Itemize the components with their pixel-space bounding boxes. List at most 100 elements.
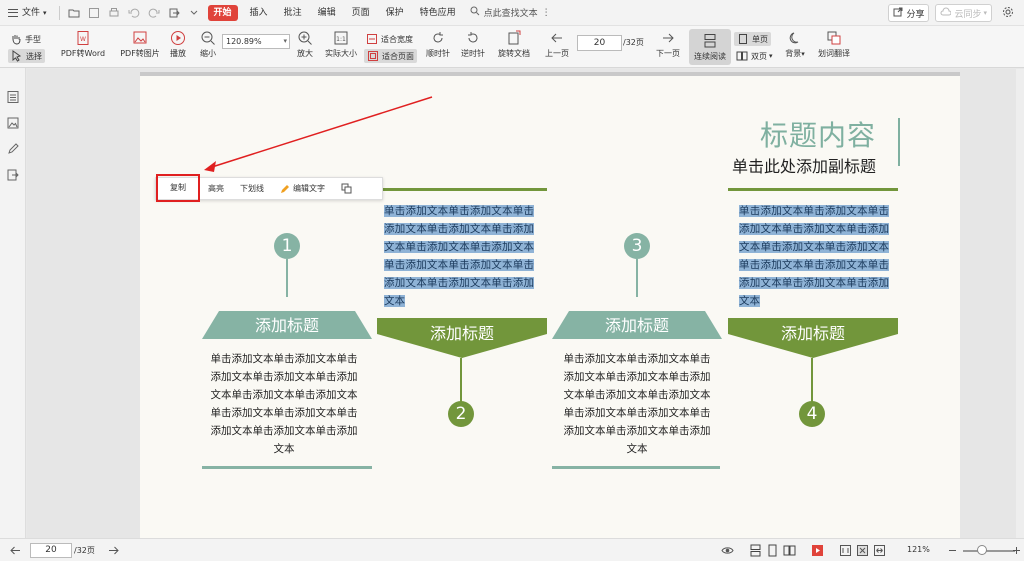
edit-text-button[interactable]: 编辑文字 <box>272 177 333 200</box>
play-button[interactable]: 播放 <box>166 30 190 59</box>
slide-title[interactable]: 标题内容 <box>760 114 876 154</box>
underline-button[interactable]: 下划线 <box>232 177 272 200</box>
moon-icon <box>787 30 803 46</box>
bookmark-list-icon[interactable] <box>6 90 20 104</box>
play-icon[interactable] <box>810 543 824 557</box>
card-1-text[interactable]: 单击添加文本单击添加文本单击添加文本单击添加文本单击添加文本单击添加文本单击添加… <box>208 350 360 458</box>
slide-subtitle[interactable]: 单击此处添加副标题 <box>732 153 876 177</box>
more-vertical-icon[interactable]: ⋮ <box>542 8 551 18</box>
tab-special[interactable]: 特色应用 <box>412 0 464 26</box>
print-icon[interactable] <box>106 5 122 21</box>
double-page-button[interactable]: 双页 ▾ <box>736 49 773 63</box>
highlight-button[interactable]: 高亮 <box>200 177 232 200</box>
pdf-to-image-button[interactable]: PDF转图片 <box>114 30 166 59</box>
translate-icon <box>341 183 352 194</box>
card-1-heading[interactable]: 添加标题 <box>202 311 372 339</box>
annotation-icon[interactable] <box>6 142 20 156</box>
more-chevron-icon[interactable] <box>186 5 202 21</box>
rotate-doc-icon <box>506 30 522 46</box>
rotate-doc-button[interactable]: 旋转文档 <box>494 30 534 59</box>
hand-tool-label: 手型 <box>25 34 41 44</box>
card-2-text[interactable]: 单击添加文本单击添加文本单击添加文本单击添加文本单击添加文本单击添加文本单击添加… <box>384 205 534 307</box>
zoom-in-icon[interactable] <box>1009 543 1023 557</box>
hand-tool[interactable]: 手型 <box>10 32 41 46</box>
arrow-left-icon[interactable] <box>8 543 22 557</box>
zoom-slider-track[interactable] <box>963 550 1015 552</box>
card-2-text-selected[interactable]: 单击添加文本单击添加文本单击添加文本单击添加文本单击添加文本单击添加文本单击添加… <box>384 202 534 310</box>
card-2-connector <box>460 358 462 402</box>
card-3-text[interactable]: 单击添加文本单击添加文本单击添加文本单击添加文本单击添加文本单击添加文本单击添加… <box>561 350 713 458</box>
zoom-value: 120.89% <box>226 37 262 46</box>
search-box[interactable]: 点此查找文本 ⋮ <box>470 6 551 19</box>
share-button[interactable]: 分享 <box>888 4 930 22</box>
fit-page-icon[interactable] <box>855 543 869 557</box>
undo-icon[interactable] <box>126 5 142 21</box>
continuous-read-icon <box>702 33 718 49</box>
single-page-icon <box>737 33 749 45</box>
actual-size-button[interactable]: 1:1 实际大小 <box>321 30 361 59</box>
prev-page-button[interactable]: 上一页 <box>542 30 572 59</box>
single-page-button[interactable]: 单页 <box>734 32 771 46</box>
card-4-top-bar <box>728 188 898 191</box>
fit-page-button[interactable]: 适合页面 <box>364 49 417 63</box>
actual-size-icon[interactable] <box>838 543 852 557</box>
next-page-label: 下一页 <box>656 49 680 58</box>
card-4-text-selected[interactable]: 单击添加文本单击添加文本单击添加文本单击添加文本单击添加文本单击添加文本单击添加… <box>739 202 889 310</box>
open-folder-icon[interactable] <box>66 5 82 21</box>
select-tool[interactable]: 选择 <box>8 49 45 63</box>
card-3-heading[interactable]: 添加标题 <box>552 311 722 339</box>
zoom-slider-handle[interactable] <box>977 545 987 555</box>
tab-protect[interactable]: 保护 <box>378 0 412 26</box>
attachment-icon[interactable] <box>6 168 20 182</box>
zoom-out-icon[interactable] <box>945 543 959 557</box>
card-2-top-bar <box>377 188 547 191</box>
arrow-right-icon <box>660 30 676 46</box>
rotate-cw-icon <box>430 30 446 46</box>
file-menu[interactable]: 文件 ▾ <box>0 0 55 26</box>
chevron-down-icon[interactable]: ▾ <box>283 35 287 48</box>
single-view-icon[interactable] <box>765 543 779 557</box>
page-number-input[interactable]: 20 <box>577 35 622 51</box>
tab-annotate[interactable]: 批注 <box>276 0 310 26</box>
fit-width-icon[interactable] <box>872 543 886 557</box>
vertical-scrollbar[interactable] <box>1016 69 1024 538</box>
thumbnail-icon[interactable] <box>6 116 20 130</box>
rotate-cw-button[interactable]: 顺时针 <box>424 30 452 59</box>
fit-page-icon <box>367 50 379 62</box>
continuous-read-label: 连续阅读 <box>694 51 726 61</box>
next-page-button[interactable]: 下一页 <box>653 30 683 59</box>
settings-button[interactable] <box>998 4 1018 22</box>
tab-page[interactable]: 页面 <box>344 0 378 26</box>
select-tool-label: 选择 <box>26 51 42 61</box>
rotate-ccw-button[interactable]: 逆时针 <box>459 30 487 59</box>
export-icon[interactable] <box>166 5 182 21</box>
play-label: 播放 <box>170 49 186 58</box>
save-icon[interactable] <box>86 5 102 21</box>
continuous-view-icon[interactable] <box>748 543 762 557</box>
pdf-to-image-label: PDF转图片 <box>120 49 160 58</box>
zoom-in-button[interactable]: 放大 <box>293 30 317 59</box>
cloud-sync-button[interactable]: 云同步 ▾ <box>935 4 992 22</box>
translate-button[interactable]: 划词翻译 <box>814 30 854 59</box>
hamburger-icon <box>8 8 18 17</box>
page-number-input-bottom[interactable]: 20 <box>30 543 72 558</box>
arrow-right-icon[interactable] <box>106 543 120 557</box>
translate-popup-button[interactable] <box>333 177 362 200</box>
card-2-number: 2 <box>448 401 474 427</box>
pdf-to-word-button[interactable]: W PDF转Word <box>57 30 109 59</box>
tab-start[interactable]: 开始 <box>207 4 238 21</box>
tab-edit[interactable]: 编辑 <box>310 0 344 26</box>
copy-button[interactable]: 复制 <box>156 173 200 202</box>
zoom-input[interactable]: 120.89% ▾ <box>222 34 290 49</box>
redo-icon[interactable] <box>146 5 162 21</box>
tab-insert[interactable]: 插入 <box>242 0 276 26</box>
double-view-icon[interactable] <box>782 543 796 557</box>
eye-icon[interactable] <box>720 543 734 557</box>
fit-width-button[interactable]: 适合宽度 <box>366 32 413 46</box>
svg-text:1:1: 1:1 <box>336 36 346 43</box>
card-4-text[interactable]: 单击添加文本单击添加文本单击添加文本单击添加文本单击添加文本单击添加文本单击添加… <box>739 205 889 307</box>
background-button[interactable]: 背景▾ <box>780 30 810 59</box>
continuous-read-button[interactable]: 连续阅读 <box>689 29 731 65</box>
prev-page-label: 上一页 <box>545 49 569 58</box>
zoom-out-button[interactable]: 缩小 <box>196 30 220 59</box>
